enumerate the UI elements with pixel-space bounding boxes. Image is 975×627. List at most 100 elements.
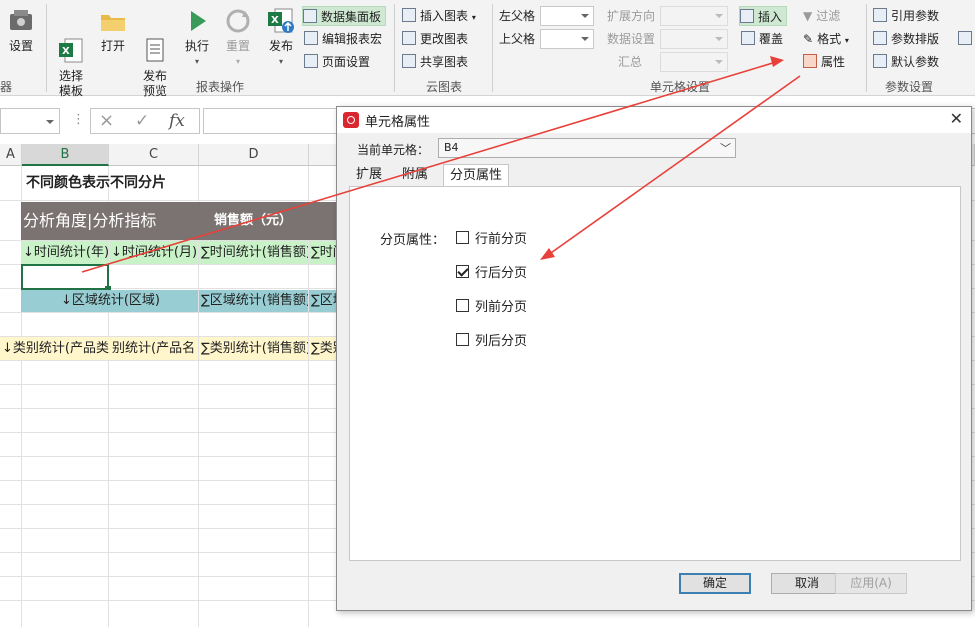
group-label-report-ops: 报表操作 bbox=[196, 80, 245, 94]
default-params-button[interactable]: 默认参数 bbox=[873, 52, 939, 72]
cell-category-name[interactable]: 别统计(产品名 bbox=[112, 337, 198, 360]
filter-button[interactable]: ▼ 过滤 bbox=[803, 6, 840, 26]
tab-expand[interactable]: 扩展 bbox=[351, 164, 387, 186]
cell-region-sales[interactable]: ∑区域统计(销售额) bbox=[199, 290, 308, 312]
param-layout-button[interactable]: 参数排版 bbox=[873, 29, 939, 49]
choose-template-button[interactable]: X 选择 模板 bbox=[52, 6, 90, 114]
tab-attached[interactable]: 附属 bbox=[397, 164, 433, 186]
reset-button[interactable]: 重置 ▾ bbox=[222, 6, 254, 69]
cell-region-more[interactable]: ∑区域 bbox=[309, 290, 338, 312]
data-setting-label: 数据设置 bbox=[607, 32, 656, 46]
execute-button[interactable]: 执行 ▾ bbox=[182, 6, 212, 69]
cell-category-sales[interactable]: ∑类别统计(销售额) bbox=[199, 337, 308, 360]
close-icon[interactable]: ✕ bbox=[950, 109, 963, 128]
header-sales-amount[interactable]: 销售额（元） bbox=[198, 202, 338, 240]
publish-preview-button[interactable]: 发布 预览 bbox=[138, 6, 172, 114]
cancel-button[interactable]: 取消 bbox=[771, 573, 843, 594]
open-button[interactable]: 打开 bbox=[98, 6, 128, 54]
insert-button[interactable]: 插入 bbox=[739, 6, 788, 26]
formula-buttons: × ✓ fx bbox=[90, 108, 200, 134]
sheet-title[interactable]: 不同颜色表示不同分片 bbox=[24, 171, 166, 195]
chevron-down-icon: ▾ bbox=[471, 13, 476, 22]
column-header-d[interactable]: D bbox=[199, 144, 309, 166]
format-button[interactable]: ✎ 格式 ▾ bbox=[803, 29, 849, 49]
summary-select[interactable] bbox=[660, 52, 728, 72]
chevron-down-icon bbox=[581, 14, 589, 18]
cell-category-type[interactable]: ↓类别统计(产品类 bbox=[0, 337, 112, 360]
current-cell-select[interactable]: B4 ﹀ bbox=[438, 138, 736, 158]
group-label-cell-settings: 单元格设置 bbox=[650, 80, 711, 94]
overwrite-icon bbox=[741, 31, 755, 45]
group-label-cloud-chart: 云图表 bbox=[426, 80, 463, 94]
top-parent-select[interactable] bbox=[540, 29, 594, 49]
top-parent-label: 上父格 bbox=[499, 32, 536, 46]
column-header-c[interactable]: C bbox=[109, 144, 199, 166]
expand-direction-label: 扩展方向 bbox=[607, 9, 656, 23]
share-chart-button[interactable]: 共享图表 bbox=[402, 52, 468, 72]
ribbon: 设置 X 选择 模板 打开 发布 预览 执行 ▾ 重置 ▾ X 发布 ▾ 数据集… bbox=[0, 0, 975, 98]
ref-params-label: 引用参数 bbox=[891, 9, 940, 23]
ribbon-separator bbox=[492, 4, 493, 92]
page-break-after-column-label[interactable]: 列后分页 bbox=[475, 330, 527, 349]
column-header-a[interactable]: A bbox=[0, 144, 22, 166]
properties-button[interactable]: 属性 bbox=[803, 52, 845, 72]
page-break-after-row-label[interactable]: 行后分页 bbox=[475, 262, 527, 281]
tab-paging-properties[interactable]: 分页属性 bbox=[443, 164, 509, 186]
insert-function-icon[interactable]: fx bbox=[169, 111, 185, 131]
document-preview-icon bbox=[140, 21, 170, 62]
data-setting-select[interactable] bbox=[660, 29, 728, 49]
page-break-before-column-checkbox[interactable] bbox=[456, 299, 469, 312]
column-header-b[interactable]: B bbox=[22, 144, 109, 166]
insert-icon bbox=[740, 9, 754, 23]
dataset-panel-button[interactable]: 数据集面板 bbox=[302, 6, 387, 26]
apply-button[interactable]: 应用(A) bbox=[835, 573, 907, 594]
left-parent-select[interactable] bbox=[540, 6, 594, 26]
confirm-icon[interactable]: ✓ bbox=[135, 111, 149, 131]
name-box[interactable] bbox=[0, 108, 60, 134]
ribbon-separator bbox=[394, 4, 395, 92]
param-layout-label: 参数排版 bbox=[891, 32, 940, 46]
param-layout-icon bbox=[873, 31, 887, 45]
ref-params-button[interactable]: 引用参数 bbox=[873, 6, 939, 26]
selected-cell-b4[interactable] bbox=[21, 264, 109, 290]
filter-label: 过滤 bbox=[816, 9, 841, 23]
cell-category-more[interactable]: ∑类别 bbox=[309, 337, 338, 360]
refresh-icon bbox=[223, 6, 253, 36]
edit-macro-button[interactable]: 编辑报表宏 bbox=[304, 29, 382, 49]
page-break-after-row-checkbox[interactable] bbox=[456, 265, 469, 278]
settings-button[interactable]: 设置 bbox=[4, 6, 38, 54]
header-analysis-dimension[interactable]: 分析角度|分析指标 bbox=[21, 202, 198, 240]
gear-icon bbox=[6, 6, 36, 36]
chevron-down-icon: ▾ bbox=[194, 57, 199, 66]
page-break-before-row-checkbox[interactable] bbox=[456, 231, 469, 244]
left-parent-label: 左父格 bbox=[499, 9, 536, 23]
insert-chart-button[interactable]: 插入图表 ▾ bbox=[402, 6, 476, 26]
dialog-title: 单元格属性 bbox=[365, 115, 431, 130]
expand-direction-select[interactable] bbox=[660, 6, 728, 26]
ok-button[interactable]: 确定 bbox=[679, 573, 751, 594]
chevron-down-icon bbox=[715, 14, 723, 18]
cancel-icon[interactable]: × bbox=[99, 110, 114, 131]
default-params-icon bbox=[873, 54, 887, 68]
more-button[interactable] bbox=[958, 29, 975, 49]
cell-time-sales[interactable]: ∑时间统计(销售额) bbox=[199, 241, 308, 264]
page-setup-button[interactable]: 页面设置 bbox=[304, 52, 370, 72]
properties-label: 属性 bbox=[821, 55, 846, 69]
edit-macro-icon bbox=[304, 31, 318, 45]
cell-region[interactable]: ↓区域统计(区域) bbox=[21, 290, 198, 312]
chevron-down-icon bbox=[581, 37, 589, 41]
chevron-down-icon bbox=[715, 60, 723, 64]
page-break-after-column-checkbox[interactable] bbox=[456, 333, 469, 346]
cell-time-year[interactable]: ↓时间统计(年) bbox=[21, 241, 108, 264]
change-chart-button[interactable]: 更改图表 bbox=[402, 29, 468, 49]
publish-label: 发布 bbox=[268, 39, 293, 53]
cell-time-month[interactable]: ↓时间统计(月) bbox=[109, 241, 198, 264]
page-break-before-row-label[interactable]: 行前分页 bbox=[475, 228, 527, 247]
execute-label: 执行 bbox=[184, 39, 209, 53]
publish-button[interactable]: X 发布 ▾ bbox=[265, 6, 297, 69]
share-chart-label: 共享图表 bbox=[420, 55, 469, 69]
cell-time-more[interactable]: ∑时间 bbox=[309, 241, 338, 264]
overwrite-button[interactable]: 覆盖 bbox=[741, 29, 783, 49]
dialog-title-bar[interactable]: 单元格属性 ✕ bbox=[337, 107, 971, 133]
page-break-before-column-label[interactable]: 列前分页 bbox=[475, 296, 527, 315]
